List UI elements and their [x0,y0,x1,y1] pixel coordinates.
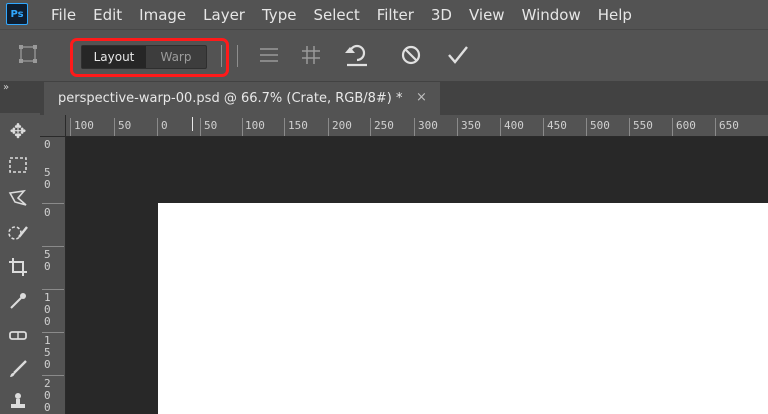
highlight-annotation [70,38,229,77]
ruler-h-label: 350 [461,119,481,132]
marquee-tool-icon[interactable] [4,151,32,179]
crop-tool-icon[interactable] [4,253,32,281]
ruler-h-label: 250 [374,119,394,132]
ruler-h-label: 200 [332,119,352,132]
ruler-h-label: 300 [418,119,438,132]
ruler-tick [500,118,501,136]
ruler-h-label: 100 [245,119,265,132]
quick-select-tool-icon[interactable] [4,219,32,247]
ruler-h-label: 450 [547,119,567,132]
ruler-h-label: 0 [161,119,168,132]
menu-items: File Edit Image Layer Type Select Filter… [51,0,649,29]
document-tab-bar: perspective-warp-00.psd @ 66.7% (Crate, … [40,81,768,115]
menu-type[interactable]: Type [262,6,296,24]
ruler-v-label: 0 [44,138,51,151]
auto-straighten-icon[interactable] [300,44,322,69]
ruler-h-label: 500 [590,119,610,132]
collapse-chevron-icon[interactable]: » [3,82,9,93]
ruler-h-label: 50 [204,119,218,132]
ruler-tick [42,203,64,204]
ruler-h-label: 400 [504,119,524,132]
menu-window[interactable]: Window [522,6,581,24]
vertical-ruler[interactable]: 0 5 0 0 5 0 1 0 0 1 5 0 2 0 0 [40,137,66,414]
ruler-v-label: 1 0 0 [44,291,51,328]
ruler-h-label: 650 [719,119,739,132]
ruler-tick [242,118,243,136]
lasso-tool-icon[interactable] [4,185,32,213]
ruler-tick [114,118,115,136]
ruler-tick [70,118,71,136]
ruler-tick [284,118,285,136]
horizontal-ruler[interactable]: 100 50 0 50 100 150 200 250 300 350 400 … [66,115,768,137]
menu-view[interactable]: View [469,6,505,24]
ruler-tick [543,118,544,136]
undo-icon[interactable] [344,43,370,70]
ruler-v-label: 5 0 [44,248,51,273]
document-tab[interactable]: perspective-warp-00.psd @ 66.7% (Crate, … [44,82,440,115]
options-bar: Layout Warp [0,29,768,81]
ruler-tick [42,246,64,247]
document-canvas[interactable] [158,203,768,414]
menu-image[interactable]: Image [139,6,186,24]
brush-tool-icon[interactable] [4,355,32,383]
menu-edit[interactable]: Edit [93,6,122,24]
ruler-origin[interactable] [40,115,66,137]
menu-layer[interactable]: Layer [203,6,245,24]
ruler-tick [457,118,458,136]
ruler-h-label: 550 [633,119,653,132]
document-title: perspective-warp-00.psd @ 66.7% (Crate, … [58,91,403,106]
menu-select[interactable]: Select [313,6,359,24]
photoshop-logo: Ps [6,3,28,25]
ruler-tick [414,118,415,136]
stamp-tool-icon[interactable] [4,387,32,414]
ruler-tick [629,118,630,136]
ruler-tick [157,118,158,136]
ruler-tick [42,332,64,333]
menu-3d[interactable]: 3D [431,6,452,24]
close-tab-icon[interactable]: × [416,90,427,105]
ruler-v-label: 2 0 0 [44,377,51,414]
ruler-v-label: 1 5 0 [44,334,51,371]
ruler-v-label: 0 [44,206,51,219]
menu-help[interactable]: Help [598,6,632,24]
eyedropper-tool-icon[interactable] [4,287,32,315]
ruler-tick [42,289,64,290]
ruler-h-label: 100 [74,119,94,132]
commit-icon[interactable] [446,44,470,69]
ruler-cursor-marker [192,117,193,131]
straighten-icon[interactable] [258,44,280,69]
ruler-tick [586,118,587,136]
move-tool-icon[interactable]: ✥ [4,117,32,145]
warp-tool-icon[interactable] [18,44,42,69]
menu-file[interactable]: File [51,6,76,24]
tools-panel: ✥ [0,113,40,414]
ruler-tick [42,375,64,376]
ruler-tick [672,118,673,136]
separator [237,45,238,67]
photoshop-window: Ps File Edit Image Layer Type Select Fil… [0,0,768,414]
ruler-h-label: 600 [676,119,696,132]
menu-filter[interactable]: Filter [377,6,414,24]
cancel-icon[interactable] [400,44,422,69]
healing-tool-icon[interactable] [4,321,32,349]
ruler-tick [200,118,201,136]
separator [221,45,222,67]
ruler-tick [370,118,371,136]
ruler-h-label: 50 [118,119,132,132]
ruler-v-label: 5 0 [44,166,51,191]
ruler-h-label: 150 [288,119,308,132]
ruler-tick [715,118,716,136]
menu-bar: Ps File Edit Image Layer Type Select Fil… [0,0,768,29]
workspace[interactable] [67,137,768,414]
ruler-tick [328,118,329,136]
